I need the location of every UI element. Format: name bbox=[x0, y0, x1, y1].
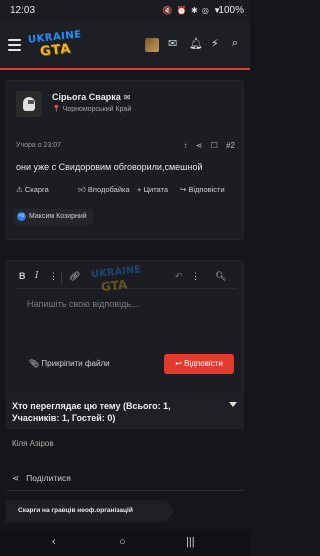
post-number[interactable]: #2 bbox=[226, 141, 235, 150]
watchers-title: Хто переглядає цю тему (Всього: 1, Учасн… bbox=[12, 401, 171, 423]
location-pin-icon: 📍 bbox=[52, 106, 61, 113]
more-options-icon[interactable]: ⋮ bbox=[191, 271, 200, 282]
accent-divider bbox=[0, 68, 250, 70]
post-top-actions: ↑ ⋖ ☐ #2 bbox=[178, 141, 235, 150]
divider bbox=[6, 490, 244, 491]
share-icon[interactable]: ⋖ bbox=[196, 141, 203, 150]
reply-button[interactable]: ↪ Відповісти bbox=[180, 185, 225, 194]
share-button[interactable]: ⋖ Поділитися bbox=[12, 473, 71, 484]
breadcrumb-complaints[interactable]: Скарги на гравців неоф.організацій bbox=[6, 500, 174, 522]
up-arrow-icon[interactable]: ↑ bbox=[184, 141, 188, 150]
watchers-block[interactable]: Хто переглядає цю тему (Всього: 1, Учасн… bbox=[6, 393, 244, 429]
bookmark-icon[interactable]: ☐ bbox=[211, 141, 218, 150]
reaction-summary[interactable]: 👍︎ Максим Козирний bbox=[14, 209, 93, 225]
status-bar: 12:03 🔇 ⏰ ✱ ◎ ▼ 100% bbox=[0, 0, 250, 22]
forum-post: Сірьога Сварка ✉ 📍 Чорноморський Край Учо… bbox=[6, 80, 244, 240]
post-author-name[interactable]: Сірьога Сварка ✉ bbox=[52, 92, 130, 102]
recents-icon[interactable]: ||| bbox=[186, 536, 195, 548]
viewer-name[interactable]: Кіля Азіров bbox=[12, 439, 54, 448]
quote-button[interactable]: + Цитата bbox=[137, 185, 168, 194]
italic-icon[interactable]: I bbox=[35, 271, 39, 281]
whats-new-icon[interactable]: ⚡︎ bbox=[211, 37, 219, 50]
status-time: 12:03 bbox=[10, 5, 36, 16]
site-header: UKRAINE GTA ✉ 🔔︎ ⚡︎ ⌕ bbox=[0, 22, 250, 68]
link-icon[interactable]: 🔗︎ bbox=[69, 271, 80, 282]
search-icon[interactable]: ⌕ bbox=[232, 37, 238, 50]
status-icons: 🔇 ⏰ ✱ ◎ ▼ bbox=[162, 6, 222, 15]
post-author-location: 📍 Чорноморський Край bbox=[52, 106, 132, 113]
battery-level: 100% bbox=[218, 5, 244, 16]
preview-icon[interactable]: 🔍︎ bbox=[215, 271, 226, 282]
post-message: они уже с Свидоровим обговорили,смешной bbox=[16, 162, 203, 172]
post-author-avatar[interactable] bbox=[16, 91, 42, 117]
reply-input[interactable]: Напишіть свою відповідь... bbox=[27, 299, 139, 309]
inbox-icon[interactable]: ✉ bbox=[168, 37, 177, 50]
back-icon[interactable]: ‹ bbox=[52, 536, 56, 548]
submit-reply-button[interactable]: ↩ Відповісти bbox=[164, 354, 234, 374]
like-reaction-icon: 👍︎ bbox=[17, 211, 26, 221]
mail-icon: ✉ bbox=[123, 93, 131, 102]
share-icon: ⋖ bbox=[12, 473, 20, 483]
chevron-down-icon[interactable] bbox=[229, 402, 237, 407]
alerts-bell-icon[interactable]: 🔔︎ bbox=[189, 37, 203, 50]
reply-arrow-icon: ↩ bbox=[175, 359, 182, 368]
paperclip-icon: 📎︎ bbox=[29, 359, 40, 368]
watermark-logo: UKRAINE GTA bbox=[90, 264, 142, 295]
report-button[interactable]: ⚠ Скарга bbox=[16, 185, 49, 194]
home-icon[interactable]: ○ bbox=[119, 536, 126, 548]
user-avatar[interactable] bbox=[145, 38, 159, 52]
like-button[interactable]: 👍︎ Вподобайка bbox=[78, 185, 130, 195]
bold-icon[interactable]: B bbox=[19, 271, 26, 281]
android-nav-bar: ‹ ○ ||| bbox=[0, 530, 250, 556]
site-logo[interactable]: UKRAINE GTA bbox=[28, 29, 92, 60]
attach-files-button[interactable]: 📎︎ Прикріпити файли bbox=[29, 359, 110, 368]
more-format-icon[interactable]: ⋮ bbox=[49, 271, 58, 282]
menu-icon[interactable] bbox=[8, 39, 21, 51]
undo-icon[interactable]: ↶ bbox=[175, 271, 183, 282]
post-date[interactable]: Учора о 23:07 bbox=[16, 142, 61, 149]
